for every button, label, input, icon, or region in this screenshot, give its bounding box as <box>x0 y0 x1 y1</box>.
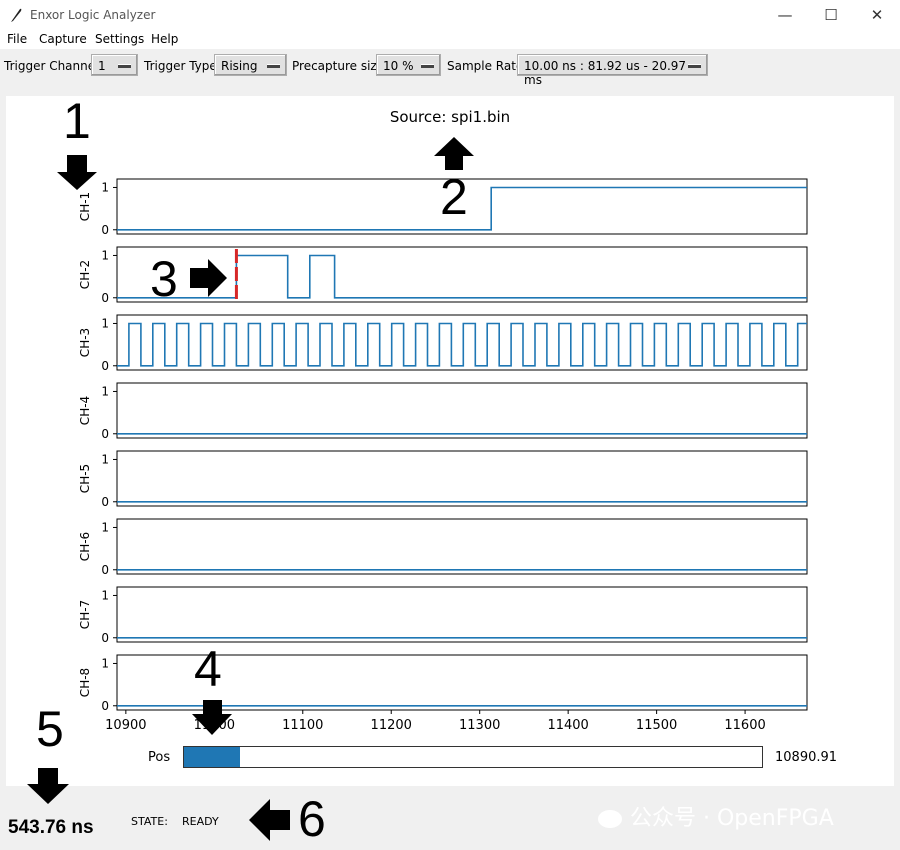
watermark: 公众号 · OpenFPGA <box>598 800 834 832</box>
watermark-text: 公众号 · OpenFPGA <box>630 806 834 831</box>
state-value: READY <box>182 815 219 828</box>
annotation-6: 6 <box>298 791 326 847</box>
wechat-icon <box>598 810 622 828</box>
annotation-arrows-bottom <box>27 768 290 841</box>
state-label: STATE: <box>131 815 168 828</box>
annotation-5: 5 <box>36 701 64 757</box>
arrow-down-icon <box>27 768 69 804</box>
arrow-left-icon <box>249 799 290 841</box>
elapsed-time: 543.76 ns <box>8 817 94 838</box>
